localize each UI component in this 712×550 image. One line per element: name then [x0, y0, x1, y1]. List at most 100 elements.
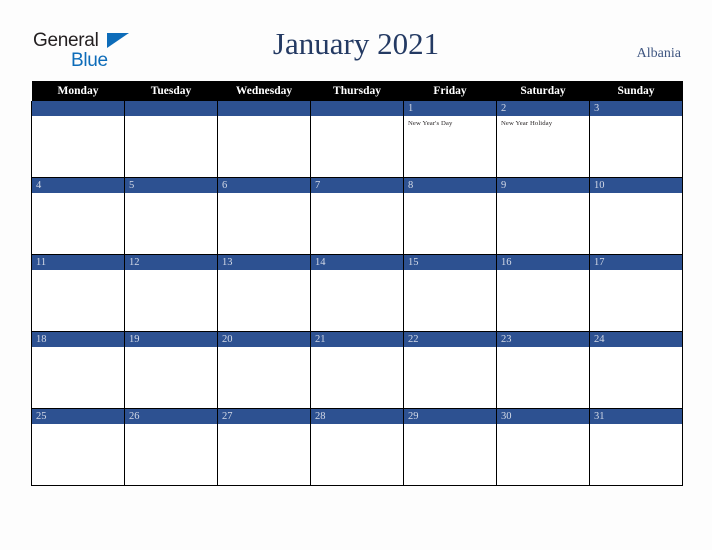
day-cell-24[interactable]: 24: [589, 331, 683, 409]
day-number: 16: [497, 255, 589, 270]
day-cell-content: 26: [125, 409, 217, 485]
day-cell-1[interactable]: 1 New Year's Day: [403, 101, 497, 178]
day-events: [125, 424, 217, 427]
weekday-header-thursday: Thursday: [310, 81, 404, 101]
day-cell-26[interactable]: 26: [124, 408, 218, 486]
day-cell-content: 4: [32, 178, 124, 254]
day-cell-15[interactable]: 15: [403, 254, 497, 332]
day-number: 21: [311, 332, 403, 347]
day-cell-content: 7: [311, 178, 403, 254]
day-number: 12: [125, 255, 217, 270]
day-number: 23: [497, 332, 589, 347]
day-cell-8[interactable]: 8: [403, 177, 497, 255]
day-number: 25: [32, 409, 124, 424]
day-cell-content: [311, 101, 403, 177]
day-cell-11[interactable]: 11: [31, 254, 125, 332]
day-cell-19[interactable]: 19: [124, 331, 218, 409]
day-cell-content: [218, 101, 310, 177]
calendar-week-row: 11 12 13 14 15 16 17: [31, 254, 683, 332]
day-events: [125, 270, 217, 273]
day-number: 20: [218, 332, 310, 347]
day-number: 15: [404, 255, 496, 270]
day-cell-9[interactable]: 9: [496, 177, 590, 255]
day-cell-content: 31: [590, 409, 682, 485]
day-events: [404, 270, 496, 273]
day-cell-31[interactable]: 31: [589, 408, 683, 486]
day-cell-28[interactable]: 28: [310, 408, 404, 486]
day-cell-empty[interactable]: [310, 101, 404, 178]
day-cell-content: 18: [32, 332, 124, 408]
day-number: 17: [590, 255, 682, 270]
day-cell-empty[interactable]: [124, 101, 218, 178]
day-events: [590, 424, 682, 427]
region-label: Albania: [636, 46, 681, 61]
day-cell-16[interactable]: 16: [496, 254, 590, 332]
day-cell-22[interactable]: 22: [403, 331, 497, 409]
day-events: [125, 347, 217, 350]
day-number: 8: [404, 178, 496, 193]
day-cell-content: 12: [125, 255, 217, 331]
day-cell-23[interactable]: 23: [496, 331, 590, 409]
day-cell-empty[interactable]: [31, 101, 125, 178]
day-cell-content: 21: [311, 332, 403, 408]
day-cell-5[interactable]: 5: [124, 177, 218, 255]
day-number: 24: [590, 332, 682, 347]
day-events: [32, 347, 124, 350]
day-events: [218, 116, 310, 119]
day-cell-content: 5: [125, 178, 217, 254]
day-cell-27[interactable]: 27: [217, 408, 311, 486]
day-events: [218, 347, 310, 350]
day-cell-content: 10: [590, 178, 682, 254]
day-cell-content: [32, 101, 124, 177]
day-cell-2[interactable]: 2 New Year Holiday: [496, 101, 590, 178]
day-events: [125, 116, 217, 119]
day-cell-29[interactable]: 29: [403, 408, 497, 486]
day-cell-4[interactable]: 4: [31, 177, 125, 255]
day-cell-content: 13: [218, 255, 310, 331]
day-cell-content: 29: [404, 409, 496, 485]
day-cell-17[interactable]: 17: [589, 254, 683, 332]
day-cell-12[interactable]: 12: [124, 254, 218, 332]
day-events: [311, 424, 403, 427]
day-events: [404, 193, 496, 196]
day-cell-empty[interactable]: [217, 101, 311, 178]
day-cell-30[interactable]: 30: [496, 408, 590, 486]
holiday-label: New Year's Day: [408, 120, 453, 127]
day-cell-content: 25: [32, 409, 124, 485]
day-events: [497, 193, 589, 196]
day-cell-14[interactable]: 14: [310, 254, 404, 332]
day-cell-7[interactable]: 7: [310, 177, 404, 255]
day-events: [311, 116, 403, 119]
day-cell-21[interactable]: 21: [310, 331, 404, 409]
day-cell-10[interactable]: 10: [589, 177, 683, 255]
day-number: 30: [497, 409, 589, 424]
day-number: 26: [125, 409, 217, 424]
day-events: [218, 193, 310, 196]
day-cell-6[interactable]: 6: [217, 177, 311, 255]
day-cell-content: 22: [404, 332, 496, 408]
day-number: 10: [590, 178, 682, 193]
page-title: January 2021: [272, 26, 440, 61]
weekday-header-monday: Monday: [31, 81, 125, 101]
day-number: 22: [404, 332, 496, 347]
day-events: [32, 193, 124, 196]
day-cell-25[interactable]: 25: [31, 408, 125, 486]
day-cell-content: 27: [218, 409, 310, 485]
day-cell-20[interactable]: 20: [217, 331, 311, 409]
day-events: [32, 270, 124, 273]
day-cell-content: 1 New Year's Day: [404, 101, 496, 177]
day-number-placeholder: [125, 101, 217, 116]
calendar-week-row: 4 5 6 7 8 9 10: [31, 177, 683, 255]
day-cell-content: 6: [218, 178, 310, 254]
day-cell-3[interactable]: 3: [589, 101, 683, 178]
day-number: 2: [497, 101, 589, 116]
day-cell-13[interactable]: 13: [217, 254, 311, 332]
day-cell-content: 15: [404, 255, 496, 331]
day-events: [590, 347, 682, 350]
day-events: [311, 193, 403, 196]
day-number: 7: [311, 178, 403, 193]
day-number: 31: [590, 409, 682, 424]
day-cell-18[interactable]: 18: [31, 331, 125, 409]
day-number: 14: [311, 255, 403, 270]
day-events: [497, 424, 589, 427]
